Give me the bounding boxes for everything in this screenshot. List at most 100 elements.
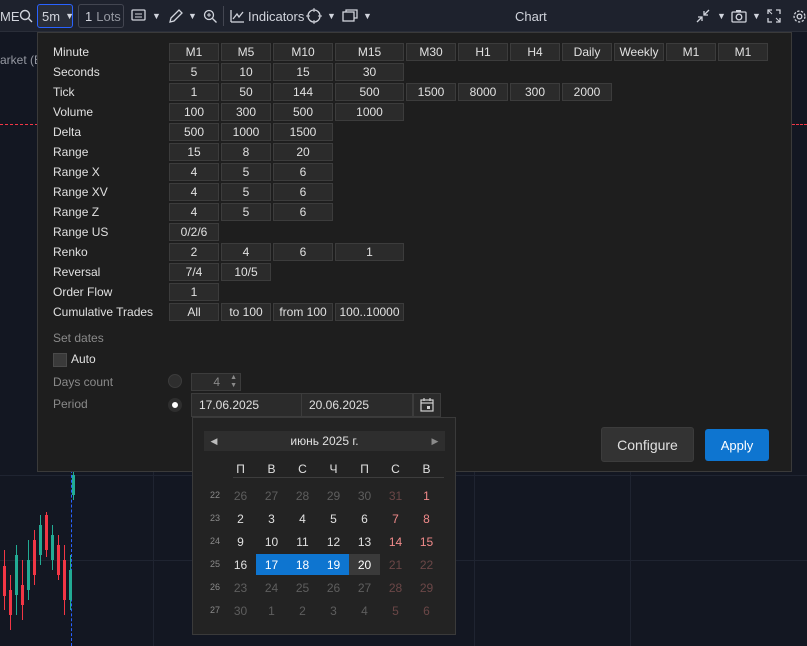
fullscreen-icon[interactable] bbox=[767, 0, 781, 32]
calendar-day[interactable]: 28 bbox=[380, 577, 411, 598]
timeframe-cell[interactable]: 1 bbox=[169, 83, 219, 101]
timeframe-cell[interactable]: 4 bbox=[169, 183, 219, 201]
auto-checkbox[interactable] bbox=[53, 353, 67, 367]
calendar-day[interactable]: 1 bbox=[411, 485, 442, 506]
timeframe-cell[interactable]: 1 bbox=[335, 243, 404, 261]
timeframe-cell[interactable]: 5 bbox=[169, 63, 219, 81]
calendar-day[interactable]: 3 bbox=[256, 508, 287, 529]
calendar-day[interactable]: 15 bbox=[411, 531, 442, 552]
lots-field[interactable]: 1 Lots bbox=[78, 4, 124, 28]
calendar-day[interactable]: 21 bbox=[380, 554, 411, 575]
timeframe-cell[interactable]: M10 bbox=[273, 43, 333, 61]
apply-button[interactable]: Apply bbox=[705, 429, 769, 461]
calendar-day[interactable]: 22 bbox=[411, 554, 442, 575]
timeframe-cell[interactable]: M5 bbox=[221, 43, 271, 61]
timeframe-cell[interactable]: 144 bbox=[273, 83, 333, 101]
timeframe-cell[interactable]: 500 bbox=[335, 83, 404, 101]
timeframe-cell[interactable]: 100..10000 bbox=[335, 303, 404, 321]
calendar-day[interactable]: 10 bbox=[256, 531, 287, 552]
camera-icon[interactable] bbox=[731, 0, 747, 32]
timeframe-cell[interactable]: 10 bbox=[221, 63, 271, 81]
chevron-down-icon[interactable]: ▼ bbox=[152, 0, 161, 32]
calendar-day[interactable]: 23 bbox=[225, 577, 256, 598]
calendar-day[interactable]: 9 bbox=[225, 531, 256, 552]
pencil-icon[interactable] bbox=[168, 0, 183, 32]
calendar-day[interactable]: 26 bbox=[318, 577, 349, 598]
timeframe-cell[interactable]: 15 bbox=[169, 143, 219, 161]
timeframe-cell[interactable]: 1000 bbox=[335, 103, 404, 121]
timeframe-cell[interactable]: 500 bbox=[273, 103, 333, 121]
timeframe-cell[interactable]: 300 bbox=[221, 103, 271, 121]
timeframe-cell[interactable]: to 100 bbox=[221, 303, 271, 321]
calendar-day[interactable]: 5 bbox=[380, 600, 411, 621]
calendar-day[interactable]: 2 bbox=[287, 600, 318, 621]
calendar-day[interactable]: 27 bbox=[256, 485, 287, 506]
timeframe-cell[interactable]: 1500 bbox=[273, 123, 333, 141]
timeframe-cell[interactable]: 1500 bbox=[406, 83, 456, 101]
timeframe-cell[interactable]: H1 bbox=[458, 43, 508, 61]
timeframe-cell[interactable]: 6 bbox=[273, 183, 333, 201]
period-radio[interactable] bbox=[168, 398, 182, 412]
calendar-day[interactable]: 13 bbox=[349, 531, 380, 552]
calendar-day[interactable]: 28 bbox=[287, 485, 318, 506]
timeframe-button[interactable]: 5m ▼ bbox=[37, 4, 74, 28]
prev-month-icon[interactable]: ◀ bbox=[206, 431, 222, 451]
calendar-day[interactable]: 14 bbox=[380, 531, 411, 552]
days-count-stepper[interactable]: 4 ▲ ▼ bbox=[191, 373, 241, 391]
timeframe-cell[interactable]: 300 bbox=[510, 83, 560, 101]
symbol-label[interactable]: ME bbox=[0, 0, 20, 32]
timeframe-cell[interactable]: 8000 bbox=[458, 83, 508, 101]
timeframe-cell[interactable]: 5 bbox=[221, 203, 271, 221]
timeframe-cell[interactable]: All bbox=[169, 303, 219, 321]
gear-icon[interactable] bbox=[792, 0, 807, 32]
calendar-day[interactable]: 29 bbox=[318, 485, 349, 506]
calendar-day[interactable]: 6 bbox=[411, 600, 442, 621]
calendar-day[interactable]: 12 bbox=[318, 531, 349, 552]
indicators-icon[interactable] bbox=[230, 0, 245, 32]
calendar-day[interactable]: 3 bbox=[318, 600, 349, 621]
zoom-in-icon[interactable] bbox=[203, 0, 218, 32]
calendar-day[interactable]: 1 bbox=[256, 600, 287, 621]
timeframe-cell[interactable]: 100 bbox=[169, 103, 219, 121]
calendar-day[interactable]: 30 bbox=[349, 485, 380, 506]
timeframe-cell[interactable]: M1 bbox=[718, 43, 768, 61]
timeframe-cell[interactable]: Weekly bbox=[614, 43, 664, 61]
next-month-icon[interactable]: ▶ bbox=[427, 431, 443, 451]
timeframe-cell[interactable]: 5 bbox=[221, 163, 271, 181]
period-from-field[interactable]: 17.06.2025 bbox=[191, 393, 302, 417]
timeframe-cell[interactable]: 10/5 bbox=[221, 263, 271, 281]
timeframe-cell[interactable]: 4 bbox=[169, 163, 219, 181]
timeframe-cell[interactable]: 4 bbox=[169, 203, 219, 221]
indicators-button[interactable]: Indicators bbox=[248, 0, 304, 32]
timeframe-cell[interactable]: M1 bbox=[169, 43, 219, 61]
timeframe-cell[interactable]: M15 bbox=[335, 43, 404, 61]
calendar-day[interactable]: 24 bbox=[256, 577, 287, 598]
timeframe-cell[interactable]: 500 bbox=[169, 123, 219, 141]
calendar-day[interactable]: 26 bbox=[225, 485, 256, 506]
timeframe-cell[interactable]: 7/4 bbox=[169, 263, 219, 281]
timeframe-cell[interactable]: 2 bbox=[169, 243, 219, 261]
timeframe-cell[interactable]: from 100 bbox=[273, 303, 333, 321]
timeframe-cell[interactable]: 15 bbox=[273, 63, 333, 81]
timeframe-cell[interactable]: 1 bbox=[169, 283, 219, 301]
calendar-day[interactable]: 20 bbox=[349, 554, 380, 575]
timeframe-cell[interactable]: 2000 bbox=[562, 83, 612, 101]
timeframe-cell[interactable]: 8 bbox=[221, 143, 271, 161]
calendar-day[interactable]: 30 bbox=[225, 600, 256, 621]
calendar-day[interactable]: 2 bbox=[225, 508, 256, 529]
timeframe-cell[interactable]: 4 bbox=[221, 243, 271, 261]
calendar-day[interactable]: 4 bbox=[349, 600, 380, 621]
timeframe-cell[interactable]: 30 bbox=[335, 63, 404, 81]
layout-icon[interactable] bbox=[342, 0, 358, 32]
calendar-day[interactable]: 8 bbox=[411, 508, 442, 529]
calendar-day[interactable]: 17 bbox=[256, 554, 287, 575]
calendar-day[interactable]: 29 bbox=[411, 577, 442, 598]
timeframe-cell[interactable]: 6 bbox=[273, 163, 333, 181]
calendar-day[interactable]: 27 bbox=[349, 577, 380, 598]
timeframe-cell[interactable]: 20 bbox=[273, 143, 333, 161]
calendar-day[interactable]: 19 bbox=[318, 554, 349, 575]
calendar-day[interactable]: 16 bbox=[225, 554, 256, 575]
configure-button[interactable]: Configure bbox=[601, 427, 694, 462]
calendar-day[interactable]: 4 bbox=[287, 508, 318, 529]
calendar-day[interactable]: 7 bbox=[380, 508, 411, 529]
